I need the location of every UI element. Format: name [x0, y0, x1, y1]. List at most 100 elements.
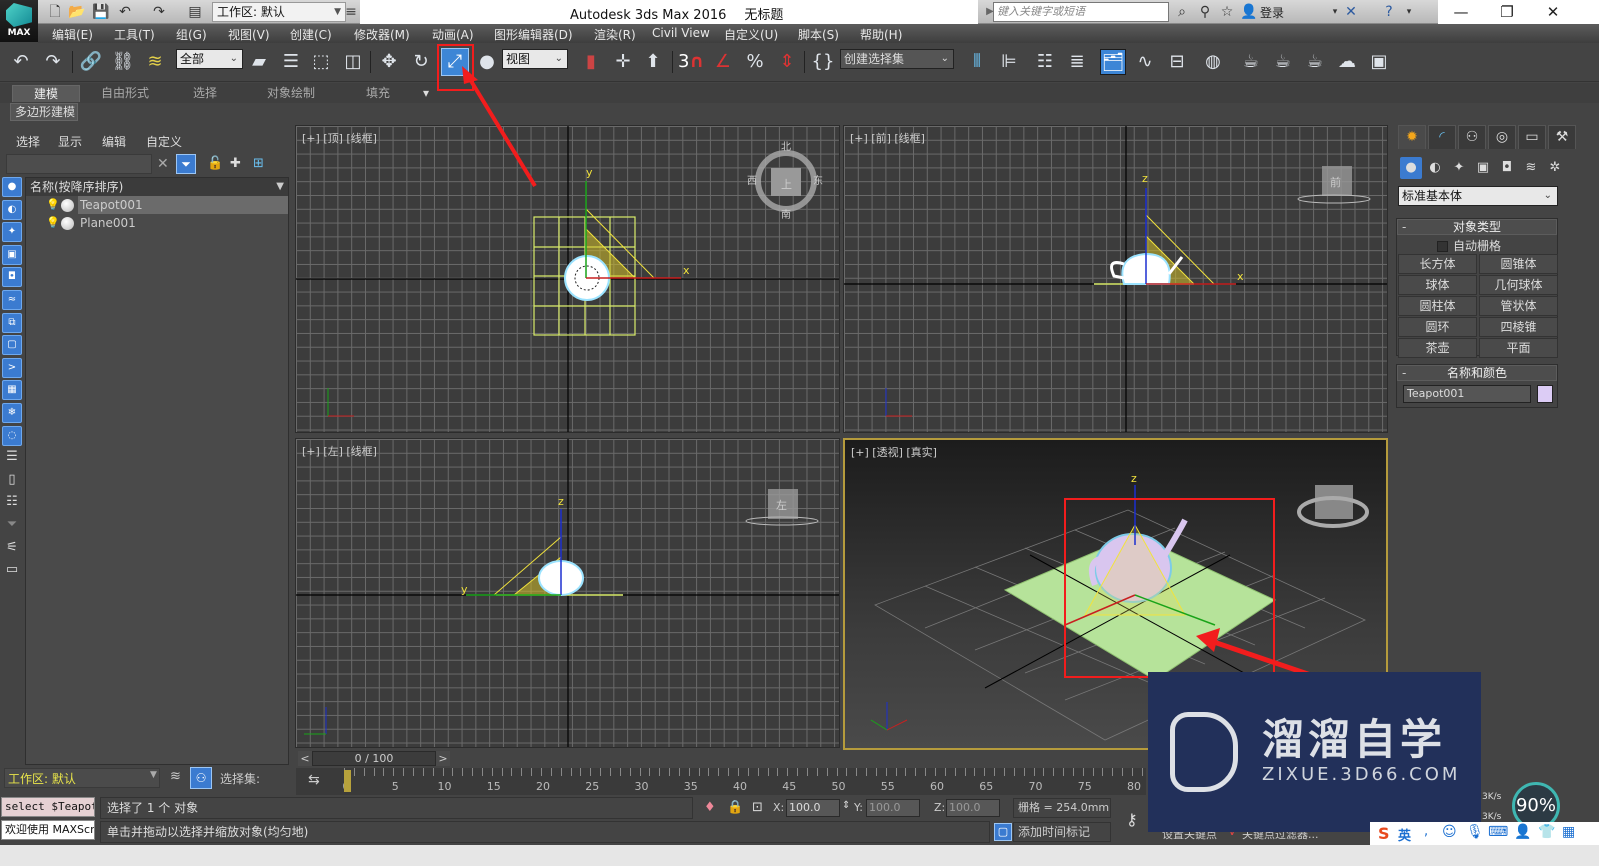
timeline-tick [836, 768, 838, 776]
toolbox-grid-icon[interactable]: ▦ [1562, 824, 1575, 840]
next-frame-button[interactable]: > [436, 751, 450, 766]
open-mini-curve-editor-icon[interactable]: ⇆ [308, 772, 320, 788]
y-coord-input[interactable]: 100.0 [866, 799, 920, 817]
cone-button[interactable]: 圆锥体 [1479, 254, 1558, 274]
autogrid-checkbox[interactable]: 自动栅格 [1437, 237, 1501, 254]
timeline-tick [1072, 768, 1074, 776]
key-icon[interactable]: ⚷ [1126, 810, 1138, 829]
time-tag-icon[interactable]: ▢ [994, 823, 1012, 841]
collapse-icon: - [1402, 366, 1407, 380]
space-warps-category-icon[interactable]: ≋ [1520, 157, 1542, 179]
motion-tab-icon[interactable]: ◎ [1488, 125, 1516, 149]
timeline-tick [550, 768, 552, 776]
play-logo-icon [1170, 712, 1238, 792]
timeline-tick [974, 768, 976, 776]
time-slider-thumb[interactable]: 0 / 100 [312, 751, 436, 766]
taskbar-strip [0, 845, 1599, 866]
watermark-overlay: 溜溜自学 ZIXUE.3D66.COM [1148, 672, 1481, 832]
timeline-tick [412, 768, 414, 776]
primitive-type-value: 标准基本体 [1402, 189, 1463, 203]
timeline-tick [541, 768, 542, 776]
timeline-tick [580, 768, 582, 776]
current-frame-marker[interactable] [344, 770, 351, 792]
name-and-color-rollout-header[interactable]: - 名称和颜色 [1397, 365, 1557, 381]
timeline-tick [609, 768, 611, 776]
selection-lock-icon[interactable]: 🔒 [727, 800, 743, 815]
timeline-tick [866, 768, 868, 776]
timeline-tick [688, 768, 690, 776]
z-coord-label: Z: [934, 801, 946, 814]
tube-button[interactable]: 管状体 [1479, 296, 1558, 316]
shapes-category-icon[interactable]: ◐ [1424, 157, 1446, 179]
x-coord-label: X: [773, 801, 785, 814]
isolate-selection-icon[interactable]: ♦ [704, 800, 716, 815]
track-bar[interactable]: ⇆ 05101520253035404550556065707580 [296, 768, 1146, 795]
timeline-tick-label: 35 [683, 780, 698, 793]
x-coord-input[interactable]: 100.0 [786, 799, 840, 817]
sogou-ime-icon[interactable]: S [1378, 824, 1390, 843]
timeline-tick [560, 768, 562, 776]
plane-button[interactable]: 平面 [1479, 338, 1558, 358]
create-tab-icon[interactable]: ✹ [1398, 125, 1426, 149]
teapot-button[interactable]: 茶壶 [1398, 338, 1477, 358]
network-download-speed: 3K/s [1482, 812, 1502, 822]
utilities-tab-icon[interactable]: ⚒ [1548, 125, 1576, 149]
previous-frame-button[interactable]: < [298, 751, 312, 766]
maxscript-listener-output[interactable]: 欢迎使用 MAXScr [1, 820, 95, 840]
pyramid-button[interactable]: 四棱锥 [1479, 317, 1558, 337]
systems-category-icon[interactable]: ✲ [1544, 157, 1566, 179]
timeline-tick-label: 30 [634, 780, 649, 793]
timeline-tick [1141, 768, 1143, 776]
timeline-tick [639, 768, 641, 776]
cameras-category-icon[interactable]: ▣ [1472, 157, 1494, 179]
timeline-tick [481, 768, 483, 776]
maxscript-listener-input[interactable]: select $Teapot( [1, 797, 95, 817]
grid-size-readout: 栅格 = 254.0mm [1013, 798, 1111, 818]
spinner-icon[interactable]: ⇕ [842, 800, 850, 811]
timeline-tick-label: 55 [880, 780, 895, 793]
timeline-tick [1132, 768, 1133, 776]
z-coord-input[interactable]: 100.0 [946, 799, 1000, 817]
timeline-tick [600, 768, 602, 776]
microphone-icon[interactable]: 🎙 [1466, 824, 1484, 840]
timeline-tick-label: 40 [733, 780, 747, 793]
geometry-category-icon[interactable]: ● [1400, 157, 1422, 179]
torus-button[interactable]: 圆环 [1398, 317, 1477, 337]
timeline-tick-label: 5 [391, 780, 399, 793]
object-type-rollout-header[interactable]: - 对象类型 [1397, 219, 1557, 235]
timeline-tick [452, 768, 454, 776]
timeline-tick [432, 768, 434, 776]
timeline-tick [994, 768, 996, 776]
display-tab-icon[interactable]: ▭ [1518, 125, 1546, 149]
timeline-tick [501, 768, 503, 776]
timeline-tick [787, 768, 789, 776]
keyboard-icon[interactable]: ⌨ [1488, 824, 1508, 840]
object-color-swatch[interactable] [1537, 385, 1553, 403]
punctuation-icon[interactable]: , [1424, 824, 1428, 839]
hierarchy-tab-icon[interactable]: ⚇ [1458, 125, 1486, 149]
collapse-icon: - [1402, 220, 1407, 234]
cylinder-button[interactable]: 圆柱体 [1398, 296, 1477, 316]
timeline-tick [531, 768, 533, 776]
modify-tab-icon[interactable]: ◜ [1428, 125, 1456, 149]
timeline-tick [511, 768, 513, 776]
sphere-button[interactable]: 球体 [1398, 275, 1477, 295]
primitive-type-dropdown[interactable]: 标准基本体 ⌄ [1398, 186, 1558, 206]
box-button[interactable]: 长方体 [1398, 254, 1477, 274]
geosphere-button[interactable]: 几何球体 [1479, 275, 1558, 295]
ime-language[interactable]: 英 [1398, 825, 1411, 844]
skin-shirt-icon[interactable]: 👕 [1538, 824, 1555, 840]
add-time-tag-button[interactable]: 添加时间标记 [1013, 822, 1111, 842]
absolute-mode-icon[interactable]: ⊡ [752, 800, 763, 815]
object-name-input[interactable]: Teapot001 [1403, 385, 1531, 403]
timeline-tick [738, 768, 739, 776]
timeline-tick [915, 768, 917, 776]
user-account-icon[interactable]: 👤 [1514, 824, 1531, 840]
emoji-icon[interactable]: ☺ [1442, 824, 1457, 840]
checkbox-box[interactable] [1437, 241, 1448, 252]
lights-category-icon[interactable]: ✦ [1448, 157, 1470, 179]
helpers-category-icon[interactable]: ◘ [1496, 157, 1518, 179]
timeline-tick [905, 768, 907, 776]
timeline-tick [442, 768, 444, 776]
network-upload-speed: 3K/s [1482, 792, 1502, 802]
